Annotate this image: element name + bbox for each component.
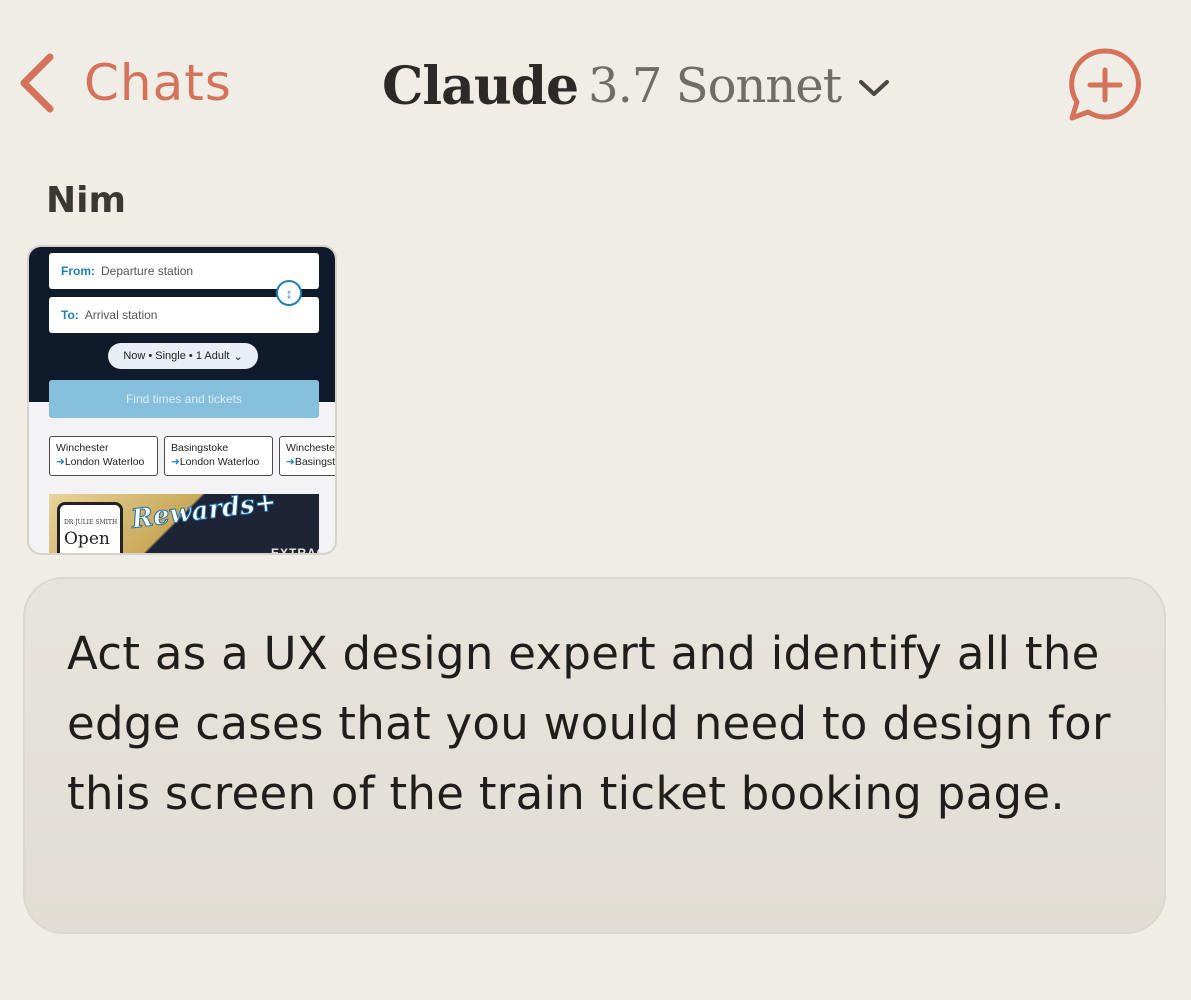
arrow-right-icon: ➜ (171, 456, 180, 468)
rewards-logo: Rewards+ (129, 494, 278, 535)
app-title: Claude (382, 55, 579, 117)
route-from: Winchester (286, 442, 337, 454)
model-name: 3.7 Sonnet (588, 58, 842, 114)
chevron-down-icon (859, 80, 889, 96)
phone-title: Open (64, 529, 110, 549)
chevron-left-icon (20, 53, 54, 113)
pill-chevron-icon: ⌄ (233, 350, 243, 363)
message-text: Act as a UX design expert and identify a… (67, 627, 1111, 820)
sender-name: Nim (46, 180, 126, 221)
from-label: From: (61, 264, 95, 278)
back-to-chats-button[interactable]: Chats (16, 48, 232, 118)
journey-options-pill: Now • Single • 1 Adult ⌄ (108, 343, 258, 369)
route-to: London Waterloo (64, 456, 145, 468)
route-from: Winchester (56, 442, 109, 454)
route-to: Basingstoke (294, 456, 336, 468)
route-from: Basingstoke (171, 442, 229, 454)
model-selector[interactable]: Claude 3.7 Sonnet (382, 50, 891, 122)
swap-icon: ↕ (276, 280, 302, 306)
route-to: London Waterloo (179, 456, 260, 468)
phone-illustration: DR JULIE SMITH Open (57, 502, 123, 553)
to-placeholder: Arrival station (84, 308, 158, 322)
to-label: To: (61, 308, 79, 322)
route-card: Basingstoke ➜London Waterloo (164, 436, 273, 476)
arrow-right-icon: ➜ (286, 456, 295, 468)
banner-tail-text: EXTRACT (271, 546, 319, 555)
chat-header: Chats Claude 3.7 Sonnet (0, 0, 1191, 170)
new-chat-icon[interactable] (1066, 46, 1144, 124)
from-placeholder: Departure station (101, 264, 194, 278)
attachment-thumbnail[interactable]: From: Departure station To: Arrival stat… (27, 245, 337, 555)
find-tickets-button: Find times and tickets (49, 380, 319, 418)
user-message-bubble: Act as a UX design expert and identify a… (23, 577, 1166, 934)
rewards-banner: DR JULIE SMITH Open Rewards+ EXTRACT (49, 494, 319, 555)
back-label: Chats (84, 54, 232, 112)
route-card: Winchester ➜Basingstoke (279, 436, 337, 476)
to-field: To: Arrival station (49, 297, 319, 333)
journey-options-label: Now • Single • 1 Adult (123, 350, 230, 362)
route-card: Winchester ➜London Waterloo (49, 436, 158, 476)
arrow-right-icon: ➜ (56, 456, 65, 468)
phone-caption: DR JULIE SMITH (64, 519, 118, 526)
recent-routes: Winchester ➜London Waterloo Basingstoke … (49, 436, 337, 476)
